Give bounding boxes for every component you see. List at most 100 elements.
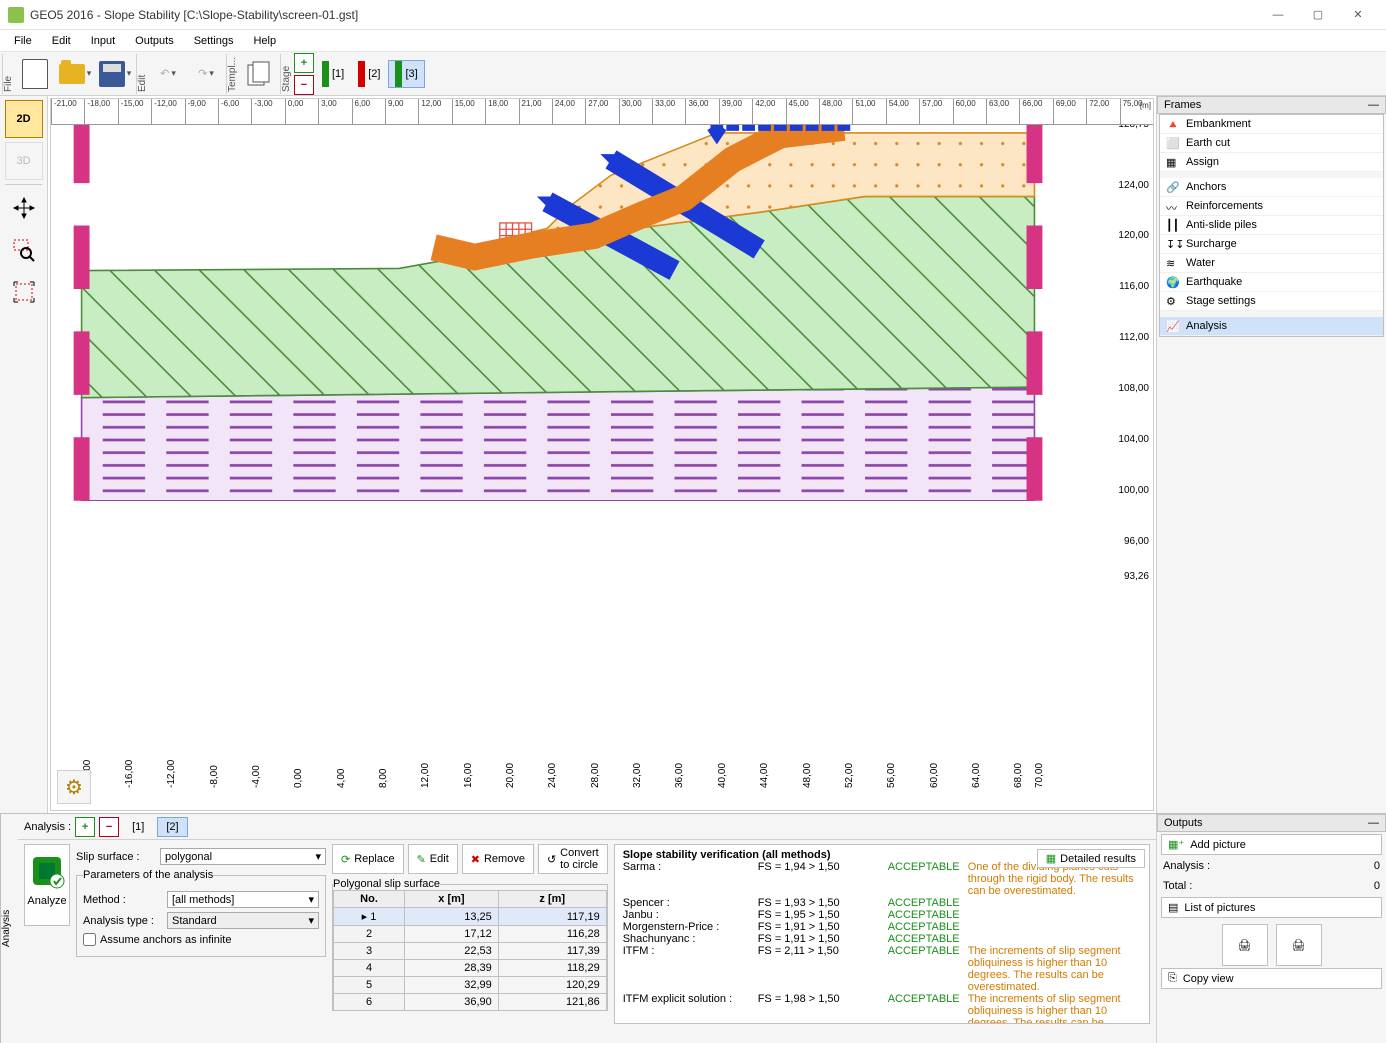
close-button[interactable]: ✕ [1338,0,1378,30]
frame-item-analysis[interactable]: 📈Analysis [1160,317,1383,336]
replace-button[interactable]: ⟳Replace [332,844,404,874]
zoom-extents-button[interactable] [5,273,43,311]
ruler-tick: 0,00 [285,99,304,124]
table-row[interactable]: 217,12116,28 [334,926,607,943]
view-2d-label: 2D [16,113,30,125]
viewport[interactable]: [m] -21,00-18,00-15,00-12,00-9,00-6,00-3… [50,98,1154,811]
collapse-button[interactable]: — [1368,99,1379,111]
collapse-button[interactable]: — [1368,817,1379,829]
frame-item-embankment[interactable]: 🔺Embankment [1160,115,1383,134]
add-picture-button[interactable]: ▦⁺Add picture [1161,834,1382,855]
frame-item-water[interactable]: ≋Water [1160,254,1383,273]
pan-button[interactable] [5,189,43,227]
menu-settings[interactable]: Settings [184,33,244,49]
view-3d-button[interactable]: 3D [5,142,43,180]
table-row[interactable]: 532,99120,29 [334,977,607,994]
analysis-1[interactable]: [1] [123,817,153,837]
stage-1[interactable]: [1] [316,61,350,87]
frame-item-reinforcements[interactable]: 〰 Reinforcements [1160,197,1383,216]
page-icon [22,59,48,89]
window-title: GEO5 2016 - Slope Stability [C:\Slope-St… [30,8,1258,22]
frame-item-earth-cut[interactable]: ⬜Earth cut [1160,134,1383,153]
template-copy-button[interactable] [240,55,278,93]
frame-item-surcharge[interactable]: ↧↧Surcharge [1160,235,1383,254]
x-tick: 28,00 [590,763,601,788]
remove-stage-button[interactable]: − [294,75,314,95]
table-row[interactable]: ▸ 113,25117,19 [334,908,607,926]
menu-edit[interactable]: Edit [42,33,81,49]
x-tick: -16,00 [124,760,135,788]
ruler-tick: 66,00 [1019,99,1042,124]
x-tick: 8,00 [378,769,389,788]
analysis-tabs: Analysis : + − [1] [2] [18,814,1156,840]
table-row[interactable]: 322,53117,39 [334,943,607,960]
menu-input[interactable]: Input [81,33,125,49]
open-file-button[interactable]: ▾ [56,55,94,93]
save-file-button[interactable]: ▾ [96,55,134,93]
ruler-tick: 60,00 [953,99,976,124]
frame-label: Stage settings [1186,295,1256,307]
anchors-infinite-checkbox[interactable] [83,933,96,946]
settings-gear-button[interactable]: ⚙ [57,770,91,804]
menu-help[interactable]: Help [243,33,286,49]
analysis-tab-label[interactable]: Analysis [0,814,18,1043]
frame-item-anti-slide-piles[interactable]: ┃┃Anti-slide piles [1160,216,1383,235]
detailed-results-button[interactable]: ▦Detailed results [1037,849,1145,868]
x-tick: 52,00 [844,763,855,788]
frame-item-assign[interactable]: ▦Assign [1160,153,1383,172]
cross-section-svg [71,125,1098,501]
params-legend: Parameters of the analysis [83,869,213,881]
view-3d-label: 3D [16,155,30,167]
move-icon [12,196,36,220]
remove-analysis-button[interactable]: − [99,817,119,837]
ruler-tick: 42,00 [752,99,775,124]
ruler-tick: 45,00 [786,99,809,124]
menu-outputs[interactable]: Outputs [125,33,184,49]
analyze-button[interactable]: Analyze [24,844,70,926]
maximize-button[interactable]: ▢ [1298,0,1338,30]
toolbar-group-edit: Edit [136,54,148,94]
frame-item-earthquake[interactable]: 🌍Earthquake [1160,273,1383,292]
stage-3[interactable]: [3] [388,60,424,88]
analysis-2[interactable]: [2] [157,817,187,837]
redo-button[interactable]: ↷▾ [188,56,224,92]
canvas[interactable]: 128,75124,00120,00116,00112,00108,00104,… [51,125,1153,810]
analysis-type-select[interactable]: Standard▾ [167,912,319,929]
add-stage-button[interactable]: + [294,53,314,73]
add-analysis-button[interactable]: + [75,817,95,837]
remove-button[interactable]: ✖Remove [462,844,534,874]
minimize-button[interactable]: — [1258,0,1298,30]
frame-item-anchors[interactable]: 🔗Anchors [1160,178,1383,197]
method-label: Method : [83,894,163,906]
frame-icon: 〰 [1166,200,1180,212]
edit-button[interactable]: ✎Edit [408,844,458,874]
slip-surface-select[interactable]: polygonal▾ [160,848,326,865]
frame-icon: ⬜ [1166,137,1180,149]
outputs-analysis-value: 0 [1374,860,1380,872]
slip-table[interactable]: No. x [m] z [m] ▸ 113,25117,19217,12116,… [333,890,607,1010]
ruler-tick: 18,00 [485,99,508,124]
frame-icon: ┃┃ [1166,219,1180,231]
view-2d-button[interactable]: 2D [5,100,43,138]
table-row[interactable]: 428,39118,29 [334,960,607,977]
copy-view-button[interactable]: ⎘Copy view [1161,968,1382,989]
table-row[interactable]: 636,90121,86 [334,994,607,1011]
x-tick: 20,00 [505,763,516,788]
list-pictures-button[interactable]: ▤List of pictures [1161,897,1382,918]
frame-item-stage-settings[interactable]: ⚙Stage settings [1160,292,1383,311]
stage-2[interactable]: [2] [352,61,386,87]
zoom-window-button[interactable] [5,231,43,269]
frame-label: Reinforcements [1186,200,1263,212]
print-picture-button[interactable]: 🖨 [1276,924,1322,966]
new-file-button[interactable] [16,55,54,93]
convert-button[interactable]: ↺Convert to circle [538,844,608,874]
save-icon [99,61,125,87]
result-row: Janbu :FS = 1,95 > 1,50ACCEPTABLE [623,909,1141,921]
menu-file[interactable]: File [4,33,42,49]
undo-button[interactable]: ↶▾ [150,56,186,92]
frame-label: Analysis [1186,320,1227,332]
method-select[interactable]: [all methods]▾ [167,891,319,908]
print-button[interactable]: 🖨 [1222,924,1268,966]
folder-open-icon [59,64,85,84]
frames-list: 🔺Embankment⬜Earth cut▦Assign 🔗Anchors 〰 Rei… [1159,114,1384,337]
